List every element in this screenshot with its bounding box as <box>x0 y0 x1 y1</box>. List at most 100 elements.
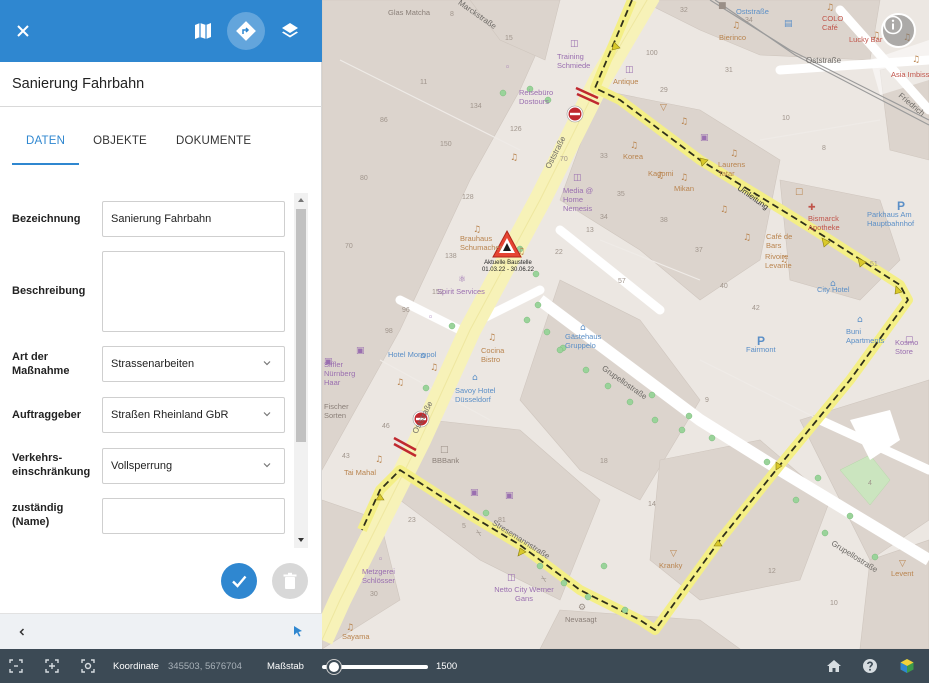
svg-text:8: 8 <box>450 11 454 18</box>
close-button[interactable] <box>4 12 42 50</box>
confirm-button[interactable] <box>221 563 257 599</box>
art-select[interactable]: Strassenarbeiten <box>102 346 285 382</box>
svg-text:♫: ♫ <box>510 153 518 163</box>
svg-text:▽: ▽ <box>660 103 667 113</box>
poi-label: Hotel Monopol <box>388 350 437 359</box>
delete-button[interactable] <box>272 563 308 599</box>
beschreibung-textarea[interactable] <box>102 251 285 332</box>
tab-daten[interactable]: DATEN <box>12 128 80 165</box>
svg-text:86: 86 <box>380 117 388 124</box>
svg-text:43: 43 <box>342 453 350 460</box>
auftraggeber-select[interactable]: Straßen Rheinland GbR <box>102 397 285 433</box>
poi-label: Bismarck Apotheke <box>808 214 840 232</box>
tab-objekte[interactable]: OBJEKTE <box>93 128 147 165</box>
svg-text:22: 22 <box>555 249 563 256</box>
svg-text:▣: ▣ <box>700 133 709 143</box>
svg-text:35: 35 <box>617 191 625 198</box>
svg-text:40: 40 <box>720 283 728 290</box>
street-label: Oststraße <box>806 56 842 65</box>
chevron-down-icon <box>263 361 271 366</box>
svg-text:♫: ♫ <box>630 141 638 151</box>
app-root: ◫ ◫ ◦ ▽ ♫ ♫ ♫ ▣ ♫ ◫ ♫ ♫ ♫ ⚛ ◦ ♫ ♫ ♫ ♫ ♫ <box>0 0 929 683</box>
svg-text:14: 14 <box>648 501 656 508</box>
poi-label: Kosmo Store <box>895 338 919 356</box>
svg-text:34: 34 <box>745 17 753 24</box>
svg-text:29: 29 <box>660 87 668 94</box>
field-label: Bezeichnung <box>12 213 81 225</box>
info-icon <box>883 15 903 35</box>
svg-text:13: 13 <box>586 227 594 234</box>
field-label: zuständig (Name) <box>12 502 64 528</box>
svg-text:128: 128 <box>462 194 474 201</box>
scroll-up-icon[interactable] <box>297 196 305 204</box>
poi-label: Savoy Hotel Düsseldorf <box>455 386 496 404</box>
scale-slider-knob[interactable] <box>326 660 341 674</box>
svg-text:⌂: ⌂ <box>472 373 478 383</box>
form-area: Bezeichnung Sanierung Fahrbahn Beschreib… <box>0 193 308 548</box>
koordinate-label: Koordinate <box>113 661 159 672</box>
edit-panel: Sanierung Fahrbahn DATEN OBJEKTE DOKUMEN… <box>0 0 322 649</box>
fullscreen-icon[interactable] <box>8 658 24 674</box>
pointer-icon[interactable] <box>292 625 304 637</box>
poi-label: Antique <box>613 77 639 86</box>
svg-text:◦: ◦ <box>378 555 383 565</box>
form-row-art: Art der Maßnahme Strassenarbeiten <box>0 346 296 382</box>
form-row-bezeichnung: Bezeichnung Sanierung Fahrbahn <box>0 201 296 237</box>
svg-text:18: 18 <box>600 458 608 465</box>
app-logo-icon[interactable] <box>899 658 915 674</box>
trash-icon <box>283 572 297 589</box>
home-icon[interactable] <box>826 658 842 674</box>
construction-label[interactable]: Aktuelle Baustelle 01.03.22 - 30.06.22 <box>477 260 539 274</box>
map-icon <box>195 23 211 39</box>
locate-icon[interactable] <box>80 658 96 674</box>
poi-label: Kagomi <box>648 169 674 178</box>
poi-label: Gästehaus Gruppelo <box>565 332 602 350</box>
svg-text:31: 31 <box>725 67 733 74</box>
scroll-down-icon[interactable] <box>297 536 305 544</box>
svg-text:42: 42 <box>752 305 760 312</box>
svg-text:96: 96 <box>402 307 410 314</box>
map-button[interactable] <box>184 12 222 50</box>
poi-label: Nevasagt <box>565 615 597 624</box>
massstab-value: 1500 <box>436 661 458 672</box>
form-row-verkehr: Verkehrs-einschränkung Vollsperrung <box>0 448 296 484</box>
svg-text:98: 98 <box>385 328 393 335</box>
directions-button[interactable] <box>227 12 265 50</box>
zoom-extent-icon[interactable] <box>44 658 60 674</box>
svg-text:51: 51 <box>870 261 878 268</box>
bezeichnung-input[interactable]: Sanierung Fahrbahn <box>102 201 285 237</box>
poi-label: Fischer Sorten <box>324 402 349 420</box>
poi-label: Cocina Bistro <box>481 346 505 364</box>
chevron-left-icon[interactable] <box>17 627 27 637</box>
layers-button[interactable] <box>271 12 309 50</box>
svg-text:70: 70 <box>345 243 353 250</box>
status-bar: Koordinate 345503, 5676704 Maßstab 1500 <box>0 649 929 683</box>
chevron-down-icon <box>263 412 271 417</box>
form-scrollbar[interactable] <box>294 193 308 548</box>
poi-label: Asia Imbiss <box>891 70 929 79</box>
svg-text:4: 4 <box>868 480 872 487</box>
svg-text:◫: ◫ <box>625 65 634 75</box>
poi-label: Laurens Tatar <box>718 160 746 178</box>
svg-text:38: 38 <box>660 217 668 224</box>
info-button[interactable] <box>881 13 916 48</box>
svg-text:57: 57 <box>618 278 626 285</box>
panel-title: Sanierung Fahrbahn <box>0 62 322 107</box>
svg-text:8: 8 <box>822 145 826 152</box>
poi-label: Levent <box>891 569 914 578</box>
svg-text:▽: ▽ <box>670 549 677 559</box>
panel-toolbar <box>0 0 322 62</box>
tab-dokumente[interactable]: DOKUMENTE <box>176 128 251 165</box>
svg-text:11: 11 <box>420 79 427 86</box>
svg-text:▽: ▽ <box>899 559 906 569</box>
svg-text:♫: ♫ <box>488 333 496 343</box>
field-label: Auftraggeber <box>12 409 82 421</box>
svg-text:33: 33 <box>600 153 608 160</box>
scroll-thumb[interactable] <box>296 209 306 442</box>
zustaendig-input[interactable] <box>102 498 285 534</box>
svg-text:♫: ♫ <box>743 233 751 243</box>
svg-text:9: 9 <box>705 397 709 404</box>
svg-text:30: 30 <box>370 591 378 598</box>
verkehr-select[interactable]: Vollsperrung <box>102 448 285 484</box>
help-icon[interactable] <box>862 658 878 674</box>
